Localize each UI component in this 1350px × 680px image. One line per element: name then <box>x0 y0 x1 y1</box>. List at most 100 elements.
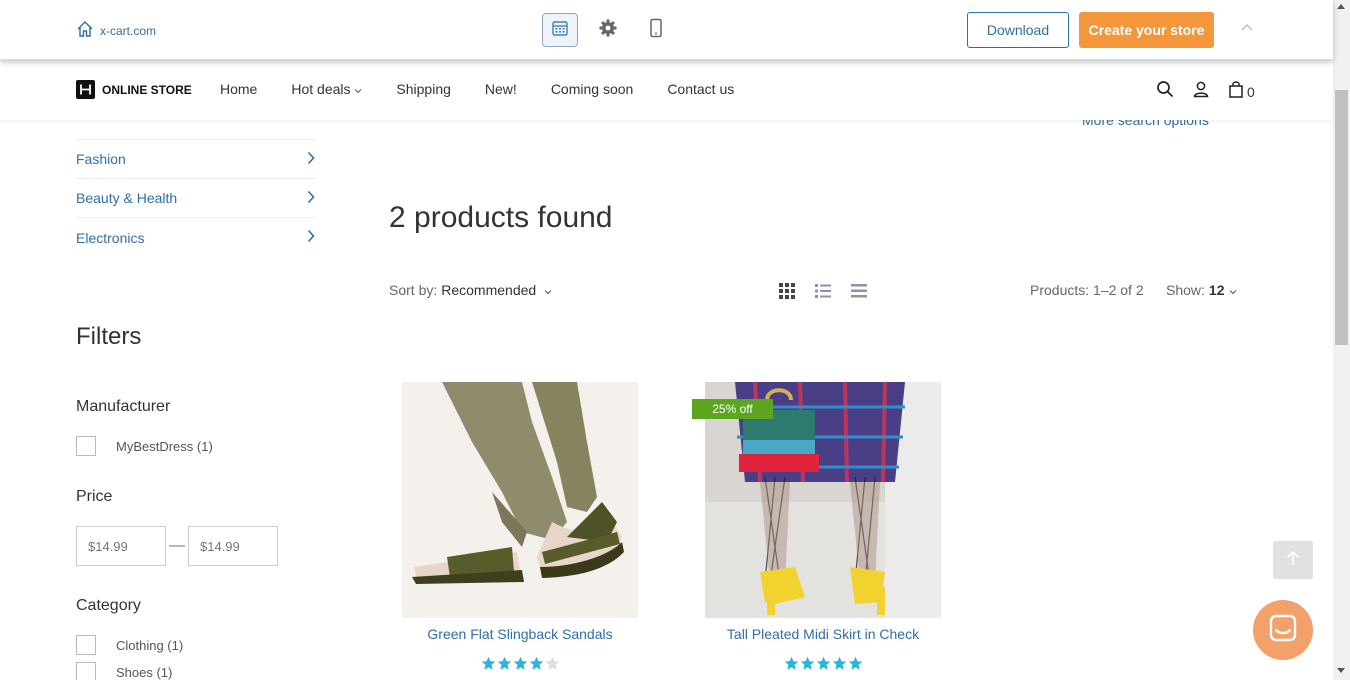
grid-view-icon[interactable] <box>778 282 796 305</box>
items-per-page-dropdown[interactable]: Show: 12 <box>1166 282 1237 298</box>
price-range: — <box>76 526 278 566</box>
mobile-phone-icon <box>649 18 663 43</box>
page: x-cart.com Download Create your store ON… <box>0 0 1350 680</box>
home-link[interactable]: x-cart.com <box>76 20 156 41</box>
logo-icon <box>76 80 95 99</box>
scroll-down-arrow-icon[interactable] <box>1337 668 1345 673</box>
star-icon <box>497 656 512 676</box>
manufacturer-option[interactable]: MyBestDress (1) <box>76 436 213 456</box>
category-filter-title: Category <box>76 597 141 614</box>
chat-button[interactable] <box>1253 600 1313 660</box>
nav-home[interactable]: Home <box>220 81 257 97</box>
demo-toolbar: x-cart.com Download Create your store <box>0 0 1333 60</box>
chevron-down-icon <box>354 81 362 97</box>
account-icon[interactable] <box>1192 80 1210 103</box>
product-rating <box>705 656 941 676</box>
manufacturer-option-label: MyBestDress (1) <box>116 438 213 454</box>
price-separator: — <box>169 537 185 554</box>
header-actions: 0 <box>1156 80 1255 103</box>
star-icon <box>784 656 799 676</box>
price-filter-title: Price <box>76 488 113 505</box>
download-button[interactable]: Download <box>967 12 1069 48</box>
category-item-beauty-health[interactable]: Beauty & Health <box>76 179 316 218</box>
chevron-up-icon <box>1240 20 1254 37</box>
shopping-bag-icon <box>1228 80 1244 103</box>
nav-shipping[interactable]: Shipping <box>396 81 451 97</box>
products-count: Products: 1–2 of 2 <box>1030 282 1144 298</box>
filters-title: Filters <box>76 323 142 350</box>
category-option-label: Clothing (1) <box>116 637 184 653</box>
gear-icon <box>598 18 618 43</box>
settings-button[interactable] <box>590 13 626 47</box>
category-list: Fashion Beauty & Health Electronics <box>76 139 316 257</box>
scroll-up-arrow-icon[interactable] <box>1337 4 1345 9</box>
category-checkbox[interactable] <box>76 662 96 680</box>
nav-hot-deals-label: Hot deals <box>291 81 351 97</box>
back-to-top-button[interactable] <box>1273 541 1313 579</box>
mobile-view-button[interactable] <box>638 13 674 47</box>
arrow-up-icon <box>1286 550 1300 571</box>
cart-button[interactable]: 0 <box>1228 80 1255 103</box>
star-icon <box>529 656 544 676</box>
table-view-icon[interactable] <box>850 282 868 305</box>
product-name[interactable]: Green Flat Slingback Sandals <box>362 626 678 642</box>
chevron-down-icon <box>544 282 552 298</box>
list-view-icon[interactable] <box>814 282 832 305</box>
demo-view-tools <box>542 13 674 47</box>
category-option-shoes[interactable]: Shoes (1) <box>76 662 172 680</box>
chevron-right-icon <box>306 229 316 246</box>
category-label: Beauty & Health <box>76 190 178 206</box>
logo-text: ONLINE STORE <box>102 82 192 97</box>
product-name[interactable]: Tall Pleated Midi Skirt in Check <box>665 626 981 642</box>
chevron-right-icon <box>306 190 316 207</box>
chat-icon <box>1268 613 1298 648</box>
price-min-input[interactable] <box>76 526 166 566</box>
home-link-label: x-cart.com <box>100 23 157 38</box>
create-store-button[interactable]: Create your store <box>1079 12 1214 48</box>
desktop-view-button[interactable] <box>542 13 578 47</box>
category-checkbox[interactable] <box>76 635 96 655</box>
chevron-right-icon <box>306 151 316 168</box>
page-scrollbar[interactable] <box>1333 0 1350 680</box>
main-navigation: Home Hot deals Shipping New! Coming soon… <box>220 81 734 97</box>
category-label: Fashion <box>76 151 126 167</box>
category-option-label: Shoes (1) <box>116 664 173 680</box>
manufacturer-checkbox[interactable] <box>76 436 96 456</box>
calendar-icon <box>551 19 569 42</box>
results-title: 2 products found <box>389 201 613 234</box>
store-logo[interactable]: ONLINE STORE <box>76 80 192 99</box>
price-max-input[interactable] <box>188 526 278 566</box>
nav-coming-soon[interactable]: Coming soon <box>551 81 634 97</box>
product-rating <box>402 656 638 676</box>
show-value: 12 <box>1208 282 1225 298</box>
product-image-sandals[interactable] <box>402 382 638 618</box>
store-header: ONLINE STORE Home Hot deals Shipping New… <box>0 60 1333 120</box>
star-icon <box>848 656 863 676</box>
star-icon <box>481 656 496 676</box>
category-option-clothing[interactable]: Clothing (1) <box>76 635 183 655</box>
view-mode-switcher <box>778 282 868 305</box>
sort-label: Sort by: <box>389 282 438 298</box>
category-item-electronics[interactable]: Electronics <box>76 218 316 257</box>
product-card[interactable]: Green Flat Slingback Sandals <box>402 382 638 670</box>
search-icon[interactable] <box>1156 80 1174 103</box>
nav-contact-us[interactable]: Contact us <box>667 81 734 97</box>
discount-badge: 25% off <box>692 399 773 419</box>
show-label: Show: <box>1166 282 1205 298</box>
category-label: Electronics <box>76 229 145 246</box>
manufacturer-filter-title: Manufacturer <box>76 398 171 415</box>
star-empty-icon <box>545 656 560 676</box>
sort-value: Recommended <box>441 282 537 298</box>
star-icon <box>832 656 847 676</box>
home-icon <box>76 20 94 41</box>
star-icon <box>800 656 815 676</box>
star-icon <box>816 656 831 676</box>
star-icon <box>513 656 528 676</box>
nav-new[interactable]: New! <box>485 81 517 97</box>
chevron-down-icon <box>1229 282 1237 298</box>
nav-hot-deals[interactable]: Hot deals <box>291 81 362 97</box>
sort-dropdown[interactable]: Sort by: Recommended <box>389 282 552 298</box>
collapse-toolbar-button[interactable] <box>1240 20 1254 38</box>
category-item-fashion[interactable]: Fashion <box>76 140 316 179</box>
scrollbar-thumb[interactable] <box>1335 90 1348 345</box>
